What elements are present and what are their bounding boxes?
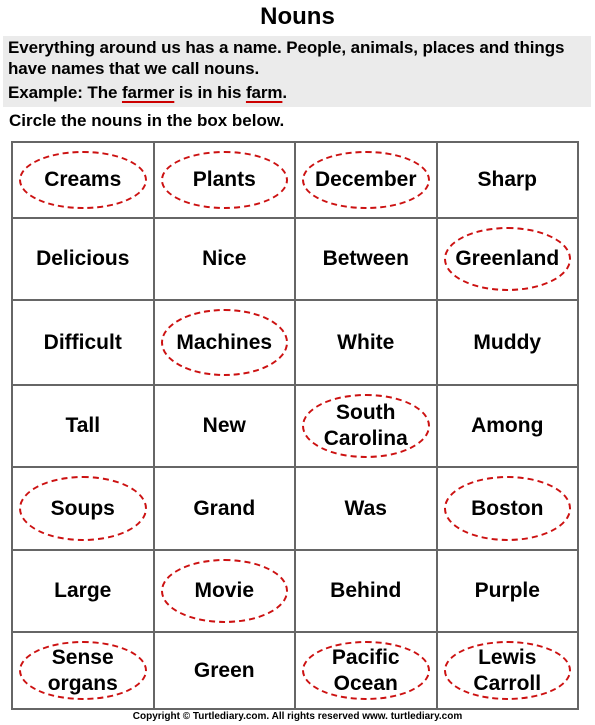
word-cell[interactable]: Delicious: [11, 217, 155, 301]
word-text: Plants: [192, 168, 256, 191]
word-cell[interactable]: Boston: [435, 466, 579, 551]
word-cell[interactable]: Greenland: [435, 217, 579, 301]
word-text: Tall: [65, 414, 101, 437]
word-cell[interactable]: Among: [435, 384, 579, 468]
word-text: South Carolina: [323, 401, 408, 450]
word-cell[interactable]: Nice: [152, 217, 296, 301]
grid-row: Tall New South Carolina Among: [11, 384, 579, 468]
word-cell[interactable]: Grand: [152, 466, 296, 551]
word-cell[interactable]: Machines: [152, 299, 296, 386]
word-text: Green: [193, 658, 255, 682]
grid-row: Soups Grand Was Boston: [11, 466, 579, 551]
word-text: Purple: [474, 579, 540, 602]
word-text: Soups: [50, 496, 115, 520]
word-cell[interactable]: Creams: [11, 141, 155, 219]
word-text: Pacific Ocean: [331, 645, 400, 695]
word-text: White: [337, 330, 395, 354]
word-cell[interactable]: Was: [294, 466, 438, 551]
word-cell[interactable]: New: [152, 384, 296, 468]
word-text: December: [314, 168, 417, 191]
word-text: Sense organs: [47, 645, 118, 695]
word-cell[interactable]: Between: [294, 217, 438, 301]
word-text: Large: [54, 579, 112, 602]
word-cell[interactable]: Sense organs: [11, 631, 155, 710]
example-noun-farm: farm: [245, 83, 283, 102]
word-cell[interactable]: Green: [152, 631, 296, 710]
grid-row: Large Movie Behind Purple: [11, 549, 579, 633]
example-sentence: Example: The farmer is in his farm.: [3, 83, 287, 103]
word-text: Creams: [44, 168, 122, 191]
word-text: Nice: [202, 247, 247, 270]
word-text: Delicious: [36, 247, 130, 270]
word-cell[interactable]: Lewis Carroll: [435, 631, 579, 710]
word-cell[interactable]: Movie: [152, 549, 296, 633]
example-noun-farmer: farmer: [121, 83, 175, 102]
word-cell[interactable]: Large: [11, 549, 155, 633]
word-text: Between: [322, 247, 409, 270]
word-cell[interactable]: White: [294, 299, 438, 386]
word-cell[interactable]: December: [294, 141, 438, 219]
word-cell[interactable]: Soups: [11, 466, 155, 551]
word-cell[interactable]: Sharp: [435, 141, 579, 219]
intro-line-2: have names that we call nouns.: [8, 59, 260, 78]
noun-grid: Creams Plants December Sharp Delicious Nice Be…: [11, 141, 579, 710]
word-text: Was: [344, 496, 387, 520]
word-cell[interactable]: Behind: [294, 549, 438, 633]
grid-row: Sense organs Green Pacific Ocean Lewis Carroll: [11, 631, 579, 710]
instruction: Circle the nouns in the box below.: [9, 111, 285, 130]
word-text: New: [202, 414, 246, 437]
word-cell[interactable]: Tall: [11, 384, 155, 468]
word-cell[interactable]: Pacific Ocean: [294, 631, 438, 710]
word-text: Behind: [330, 579, 402, 602]
grid-row: Creams Plants December Sharp: [11, 141, 579, 219]
copyright-footer: Copyright © Turtlediary.com. All rights …: [132, 711, 463, 722]
word-cell[interactable]: Plants: [152, 141, 296, 219]
word-cell[interactable]: Muddy: [435, 299, 579, 386]
word-text: Greenland: [455, 247, 560, 270]
word-text: Muddy: [473, 330, 542, 354]
example-suffix: .: [282, 83, 288, 102]
word-text: Lewis Carroll: [473, 645, 542, 695]
word-text: Sharp: [477, 168, 537, 191]
example-prefix: Example: The: [8, 83, 122, 102]
word-text: Machines: [176, 330, 273, 354]
intro-box: Everything around us has a name. People,…: [3, 36, 591, 107]
word-text: Movie: [194, 579, 254, 602]
example-mid: is in his: [174, 83, 246, 102]
page-title: Nouns: [260, 3, 335, 30]
word-text: Boston: [471, 496, 544, 520]
word-text: Difficult: [43, 330, 122, 354]
word-cell[interactable]: South Carolina: [294, 384, 438, 468]
word-cell[interactable]: Purple: [435, 549, 579, 633]
word-text: Grand: [193, 496, 256, 520]
word-text: Among: [471, 414, 544, 437]
grid-row: Difficult Machines White Muddy: [11, 299, 579, 386]
intro-line-1: Everything around us has a name. People,…: [8, 38, 565, 57]
word-cell[interactable]: Difficult: [11, 299, 155, 386]
grid-row: Delicious Nice Between Greenland: [11, 217, 579, 301]
